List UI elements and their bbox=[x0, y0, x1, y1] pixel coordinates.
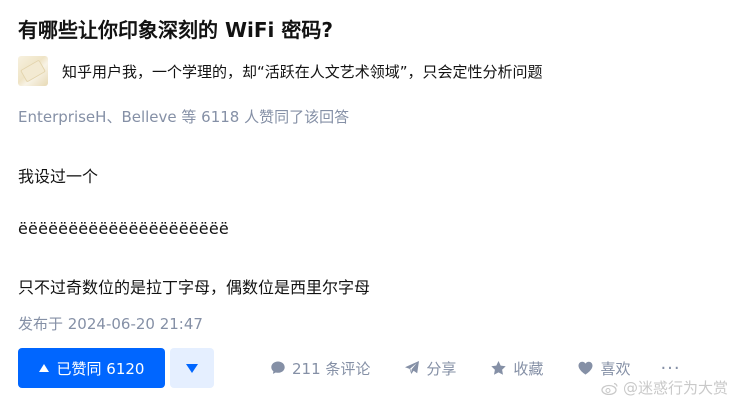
downvote-arrow-icon bbox=[186, 363, 198, 373]
paper-plane-icon bbox=[405, 361, 420, 374]
answer-paragraph-1: 我设过一个 bbox=[18, 167, 99, 186]
comment-button[interactable]: 211 条评论 bbox=[270, 358, 370, 379]
upvote-arrow-icon bbox=[38, 364, 49, 372]
weibo-watermark: @迷惑行为大赏 bbox=[601, 377, 728, 398]
comment-bubble-icon bbox=[271, 361, 285, 374]
author-bio[interactable]: 知乎用户我，一个学理的，却“活跃在人文艺术领域”，只会定性分析问题 bbox=[62, 61, 543, 82]
downvote-button[interactable] bbox=[170, 348, 214, 388]
upvote-label: 已赞同 6120 bbox=[56, 359, 145, 378]
share-button[interactable]: 分享 bbox=[404, 358, 456, 379]
watermark-text: @迷惑行为大赏 bbox=[622, 379, 728, 397]
favorite-button[interactable]: 收藏 bbox=[490, 358, 543, 379]
answer-paragraph-2: ëëëëëëëëëëëëëëëëëëëëë bbox=[18, 219, 229, 238]
author-row: 知乎用户我，一个学理的，却“活跃在人文艺术领域”，只会定性分析问题 bbox=[18, 56, 543, 86]
share-label: 分享 bbox=[426, 359, 457, 378]
answer-paragraph-3: 只不过奇数位的是拉丁字母，偶数位是西里尔字母 bbox=[18, 278, 371, 297]
answer-action-bar: 已赞同 6120 211 条评论 分享 收藏 喜欢 ··· bbox=[18, 348, 681, 388]
weibo-logo-icon bbox=[601, 382, 618, 395]
upvote-button[interactable]: 已赞同 6120 bbox=[18, 348, 165, 388]
like-button[interactable]: 喜欢 bbox=[577, 358, 630, 379]
comment-label: 211 条评论 bbox=[292, 359, 371, 378]
voters-summary[interactable]: EnterpriseH、Belleve 等 6118 人赞同了该回答 bbox=[18, 106, 349, 127]
like-label: 喜欢 bbox=[600, 359, 631, 378]
star-icon bbox=[491, 361, 507, 375]
heart-icon bbox=[578, 361, 593, 375]
author-avatar[interactable] bbox=[18, 56, 48, 86]
question-title[interactable]: 有哪些让你印象深刻的 WiFi 密码? bbox=[18, 14, 333, 43]
favorite-label: 收藏 bbox=[513, 359, 544, 378]
publish-time[interactable]: 发布于 2024-06-20 21:47 bbox=[18, 313, 203, 334]
more-dots-icon[interactable]: ··· bbox=[660, 358, 680, 379]
